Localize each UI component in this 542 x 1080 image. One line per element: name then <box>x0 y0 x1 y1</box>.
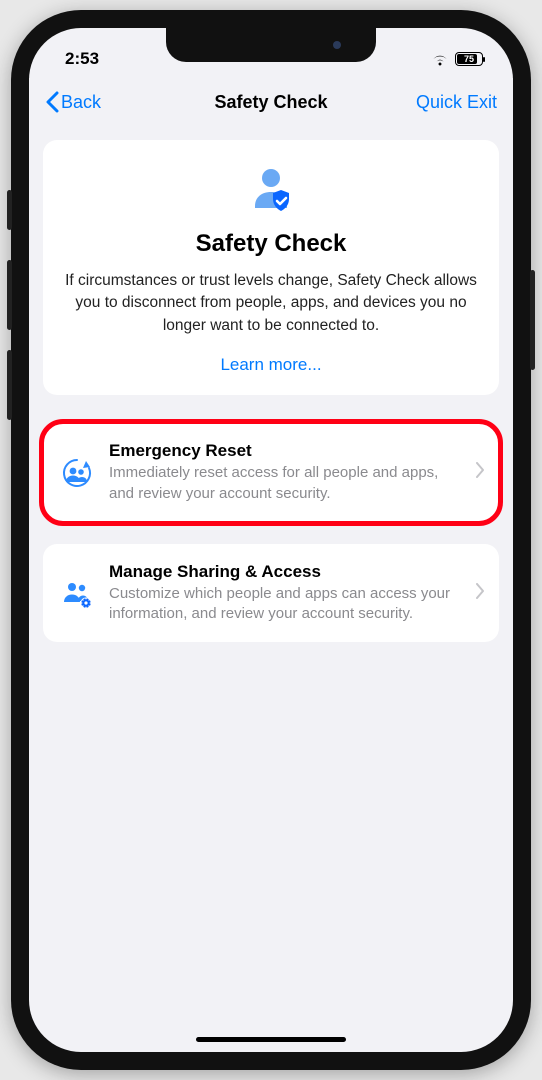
wifi-icon <box>431 53 449 66</box>
battery-icon: 75 <box>455 52 483 66</box>
emergency-reset-title: Emergency Reset <box>109 441 462 461</box>
manage-sharing-option[interactable]: Manage Sharing & Access Customize which … <box>43 544 499 643</box>
notch <box>166 28 376 62</box>
power-button <box>530 270 535 370</box>
content: Safety Check If circumstances or trust l… <box>29 126 513 678</box>
manage-sharing-desc: Customize which people and apps can acce… <box>109 584 462 625</box>
nav-title: Safety Check <box>214 92 327 113</box>
camera-dot <box>333 41 341 49</box>
phone-frame: 2:53 75 Back Safety Check Quick Exit <box>11 10 531 1070</box>
volume-up-button <box>7 260 12 330</box>
volume-down-button <box>7 350 12 420</box>
emergency-reset-option[interactable]: Emergency Reset Immediately reset access… <box>43 423 499 522</box>
emergency-reset-desc: Immediately reset access for all people … <box>109 463 462 504</box>
manage-sharing-text: Manage Sharing & Access Customize which … <box>109 562 462 625</box>
emergency-reset-icon <box>59 456 95 490</box>
nav-bar: Back Safety Check Quick Exit <box>29 78 513 126</box>
manage-sharing-icon <box>59 576 95 610</box>
chevron-right-icon <box>476 461 485 484</box>
status-right: 75 <box>431 52 483 66</box>
hero-body: If circumstances or trust levels change,… <box>65 270 477 337</box>
quick-exit-button[interactable]: Quick Exit <box>416 92 497 113</box>
hero-card: Safety Check If circumstances or trust l… <box>43 140 499 395</box>
screen: 2:53 75 Back Safety Check Quick Exit <box>29 28 513 1052</box>
chevron-right-icon <box>476 582 485 605</box>
safety-check-icon <box>65 164 477 216</box>
back-label: Back <box>61 92 101 113</box>
status-time: 2:53 <box>65 49 99 69</box>
back-button[interactable]: Back <box>45 91 101 113</box>
mute-switch <box>7 190 12 230</box>
hero-title: Safety Check <box>65 230 477 258</box>
emergency-reset-text: Emergency Reset Immediately reset access… <box>109 441 462 504</box>
home-indicator[interactable] <box>196 1037 346 1042</box>
manage-sharing-title: Manage Sharing & Access <box>109 562 462 582</box>
learn-more-link[interactable]: Learn more... <box>65 355 477 375</box>
chevron-left-icon <box>45 91 59 113</box>
